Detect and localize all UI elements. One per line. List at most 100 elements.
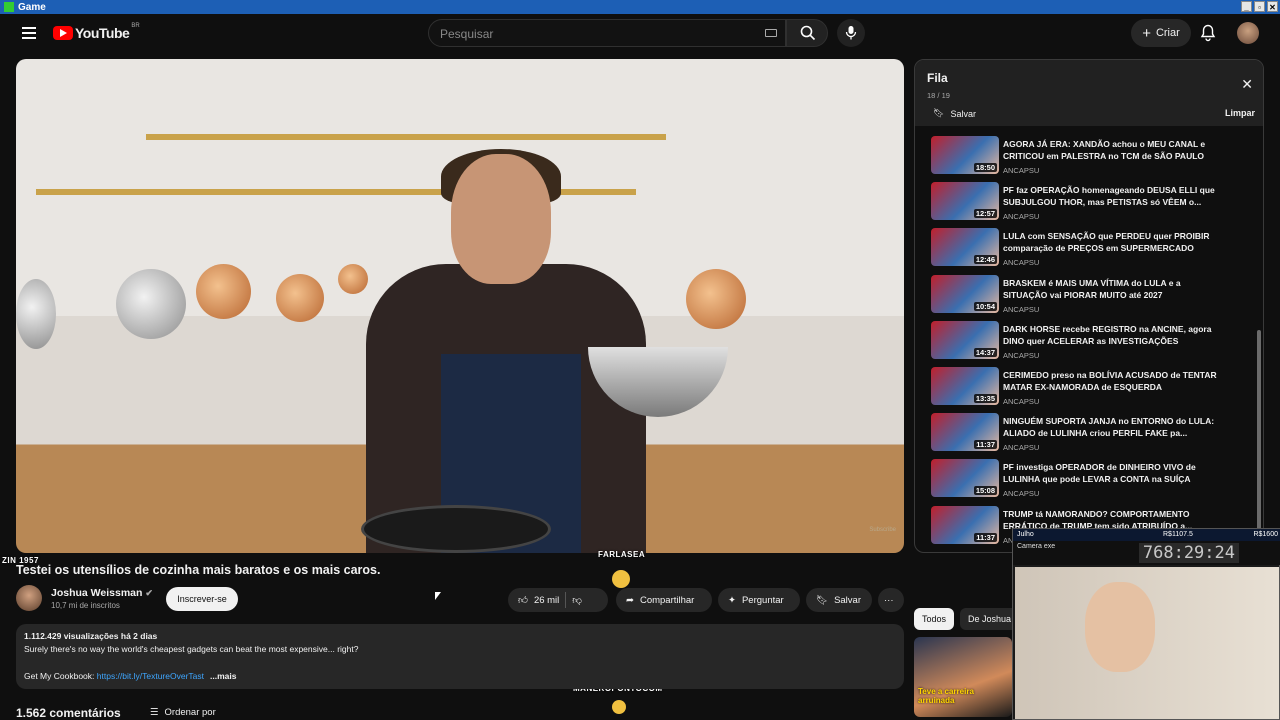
queue-title: Fila bbox=[927, 71, 948, 85]
queue-item-duration: 12:46 bbox=[973, 255, 997, 265]
queue-item-duration: 11:37 bbox=[974, 440, 997, 450]
search-icon bbox=[800, 25, 816, 41]
queue-item[interactable]: 12:57 PF faz OPERAÇÃO homenageando DEUSA … bbox=[931, 182, 1261, 226]
cookbook-link[interactable]: https://bit.ly/TextureOverTast bbox=[97, 671, 204, 681]
queue-item-duration: 18:50 bbox=[973, 163, 997, 172]
queue-item[interactable]: 14:37 DARK HORSE recebe REGISTRO na ANCIN… bbox=[931, 320, 1261, 365]
youtube-logo[interactable]: YouTube BR bbox=[53, 23, 140, 41]
bookmark-icon: 🔖︎ bbox=[933, 108, 945, 118]
voice-search-button[interactable] bbox=[837, 19, 865, 47]
close-window-button[interactable]: ✕ bbox=[1267, 1, 1278, 12]
subscriber-count: 10,7 mi de inscritos bbox=[51, 601, 120, 610]
share-button[interactable]: ➦ Compartilhar bbox=[616, 588, 712, 612]
top-bar: YouTube BR + Criar bbox=[0, 14, 1280, 54]
chip-all[interactable]: Todos bbox=[914, 608, 955, 630]
channel-name[interactable]: Joshua Weissman ✔ bbox=[51, 587, 153, 599]
related-video-thumbnail[interactable]: Teve a carreira arruinada bbox=[914, 637, 1012, 717]
queue-item-channel: ANCAPSU bbox=[1003, 443, 1040, 453]
chip-from-channel[interactable]: De Joshua bbox=[960, 608, 1020, 630]
keyboard-icon[interactable] bbox=[765, 29, 777, 37]
create-button[interactable]: + Criar bbox=[1131, 19, 1191, 47]
cookbook-line: Get My Cookbook: https://bit.ly/TextureO… bbox=[24, 671, 237, 681]
queue-item-duration: 11:37 bbox=[974, 532, 997, 542]
like-dislike-group: 👍︎ 26 mil 👎︎ bbox=[508, 588, 608, 612]
queue-item-title: PF faz OPERAÇÃO homenageando DEUSA ELLI … bbox=[1003, 185, 1215, 208]
queue-item[interactable]: 18:50 AGORA JÁ ERA: XANDÃO achou o MEU CA… bbox=[931, 136, 1261, 180]
queue-scrollbar[interactable] bbox=[1257, 330, 1261, 530]
queue-item-thumbnail: 11:37 bbox=[931, 413, 999, 452]
sort-icon: ☰ bbox=[150, 707, 159, 718]
queue-item-title: DARK HORSE recebe REGISTRO na ANCINE, ag… bbox=[1003, 323, 1212, 346]
video-watermark: Subscribe bbox=[869, 527, 896, 533]
show-more-link[interactable]: ...mais bbox=[210, 671, 236, 681]
window-title: Game bbox=[18, 1, 46, 13]
queue-item-thumbnail: 11:37 bbox=[931, 505, 999, 544]
queue-save-button[interactable]: 🔖︎ Salvar bbox=[933, 108, 976, 119]
queue-item-duration: 12:57 bbox=[973, 209, 997, 219]
queue-item[interactable]: 13:35 CERIMEDO preso na BOLÍVIA ACUSADO d… bbox=[931, 367, 1261, 411]
queue-item-title: AGORA JÁ ERA: XANDÃO achou o MEU CANAL e… bbox=[1003, 139, 1206, 161]
menu-icon[interactable] bbox=[22, 27, 36, 39]
queue-item-channel: ANCAPSU bbox=[1003, 350, 1040, 360]
notifications-bell-icon[interactable] bbox=[1200, 24, 1216, 42]
queue-item-channel: ANCAPSU bbox=[1003, 397, 1040, 406]
queue-item-thumbnail: 12:46 bbox=[931, 228, 999, 267]
dislike-button[interactable]: 👎︎ bbox=[572, 594, 582, 606]
more-actions-button[interactable]: ··· bbox=[878, 588, 904, 612]
queue-item-channel: ANCAPSU bbox=[1003, 258, 1040, 268]
queue-item-thumbnail: 41:57 bbox=[931, 551, 999, 552]
app-icon bbox=[4, 2, 14, 12]
share-icon: ➦ bbox=[626, 594, 634, 606]
queue-item-thumbnail: 13:35 bbox=[931, 367, 999, 405]
queue-item[interactable]: 15:08 PF investiga OPERADOR de DINHEIRO V… bbox=[931, 459, 1261, 503]
related-thumb-text: Teve a carreira arruinada bbox=[918, 687, 974, 705]
queue-item-channel: ANCAPSU bbox=[1003, 166, 1040, 175]
queue-item-title: NINGUÉM SUPORTA JANJA no ENTORNO do LULA… bbox=[1003, 416, 1215, 439]
window-titlebar: Game _ ▫ ✕ bbox=[0, 0, 1280, 14]
bookmark-icon: 🔖︎ bbox=[816, 594, 829, 606]
close-queue-icon[interactable]: ✕ bbox=[1241, 76, 1253, 93]
queue-item-thumbnail: 15:08 bbox=[931, 459, 999, 498]
description-box[interactable]: 1.112.429 visualizações há 2 dias Surely… bbox=[16, 624, 904, 689]
verified-icon: ✔ bbox=[145, 588, 153, 598]
views-and-date: 1.112.429 visualizações há 2 dias bbox=[24, 631, 158, 641]
queue-item-title: PF investiga OPERADOR de DINHEIRO VIVO d… bbox=[1003, 462, 1196, 485]
sparkle-icon: ✦ bbox=[728, 594, 736, 606]
comments-count: 1.562 comentários bbox=[16, 706, 121, 720]
search-input[interactable] bbox=[440, 27, 740, 41]
subscribe-button[interactable]: Inscrever-se bbox=[166, 587, 238, 611]
queue-item[interactable]: 11:37 NINGUÉM SUPORTA JANJA no ENTORNO do… bbox=[931, 413, 1261, 457]
plus-icon: + bbox=[1142, 24, 1151, 42]
queue-item-duration: 13:35 bbox=[973, 394, 997, 403]
queue-item[interactable]: 10:54 BRASKEM é MAIS UMA VÍTIMA do LULA e… bbox=[931, 274, 1261, 319]
queue-clear-button[interactable]: Limpar bbox=[1225, 108, 1255, 118]
maximize-button[interactable]: ▫ bbox=[1254, 1, 1265, 12]
search-button[interactable] bbox=[786, 19, 828, 47]
queue-item-channel: ANCAPSU bbox=[1003, 212, 1040, 222]
webcam-feed bbox=[1015, 567, 1279, 719]
queue-count: 18 / 19 bbox=[927, 91, 950, 100]
queue-panel: Fila 18 / 19 ✕ 🔖︎ Salvar Limpar 18:50 AGOR… bbox=[914, 59, 1264, 553]
queue-item-thumbnail: 18:50 bbox=[931, 136, 999, 174]
queue-item-thumbnail: 10:54 bbox=[931, 274, 999, 313]
queue-item-channel: ANCAPSU bbox=[1003, 489, 1040, 499]
ask-button[interactable]: ✦ Perguntar bbox=[718, 588, 800, 612]
video-title: Testei os utensílios de cozinha mais bar… bbox=[16, 563, 381, 577]
stream-bar: Julho R$1107.5 R$1600 bbox=[1013, 529, 1280, 541]
search-box bbox=[428, 19, 786, 47]
chick-overlay-icon bbox=[612, 570, 630, 588]
queue-item-title: LULA com SENSAÇÃO que PERDEU quer PROIBI… bbox=[1003, 231, 1210, 254]
queue-item-thumbnail: 12:57 bbox=[931, 182, 999, 221]
thumbs-up-icon: 👍︎ bbox=[518, 595, 528, 606]
channel-avatar[interactable] bbox=[16, 585, 42, 611]
queue-item[interactable]: 12:46 LULA com SENSAÇÃO que PERDEU quer P… bbox=[931, 228, 1261, 272]
sort-comments-button[interactable]: ☰ Ordenar por bbox=[150, 707, 216, 718]
account-avatar[interactable] bbox=[1237, 22, 1259, 44]
description-text: Surely there's no way the world's cheape… bbox=[24, 644, 359, 654]
like-button[interactable]: 👍︎ 26 mil bbox=[518, 594, 559, 607]
video-player[interactable]: Subscribe bbox=[16, 59, 904, 553]
queue-item-duration: 15:08 bbox=[973, 486, 997, 496]
webcam-overlay: Julho R$1107.5 R$1600 Camera exe 768:29:… bbox=[1012, 528, 1280, 720]
minimize-button[interactable]: _ bbox=[1241, 1, 1252, 12]
save-button[interactable]: 🔖︎ Salvar bbox=[806, 588, 872, 612]
